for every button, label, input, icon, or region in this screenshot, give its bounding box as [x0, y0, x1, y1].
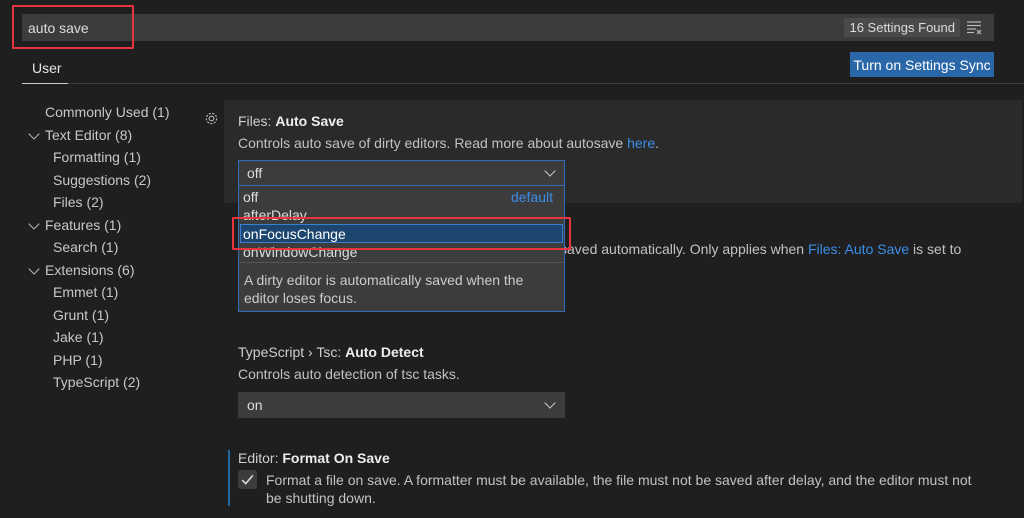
selected-value: off: [247, 165, 263, 181]
setting-description: Controls auto detection of tsc tasks.: [238, 366, 460, 382]
auto-save-select[interactable]: off: [238, 160, 565, 186]
setting-description: Format a file on save. A formatter must …: [266, 472, 972, 506]
chevron-down-icon[interactable]: [28, 127, 40, 140]
toc-item[interactable]: Formatting (1): [53, 149, 141, 165]
toc-item[interactable]: Grunt (1): [53, 307, 109, 323]
chevron-down-icon: [544, 397, 556, 409]
chevron-down-icon: [544, 165, 556, 177]
setting-description: Controls auto save of dirty editors. Rea…: [238, 135, 659, 151]
toc-item[interactable]: Suggestions (2): [53, 172, 151, 188]
auto-save-delay-description: saved automatically. Only applies when F…: [560, 241, 961, 257]
description-text: saved automatically. Only applies when: [560, 241, 808, 257]
setting-category: Editor:: [238, 450, 283, 466]
option-afterdelay[interactable]: afterDelay: [243, 207, 307, 223]
toc-item[interactable]: Extensions (6): [45, 262, 134, 278]
toc-item[interactable]: Commonly Used (1): [45, 104, 169, 120]
setting-title: Editor: Format On Save: [238, 450, 390, 466]
tab-user[interactable]: User: [32, 60, 62, 76]
search-input[interactable]: [28, 14, 728, 41]
setting-name: Auto Detect: [345, 344, 424, 360]
settings-search-box[interactable]: 16 Settings Found: [22, 14, 994, 41]
toc-item[interactable]: Emmet (1): [53, 284, 118, 300]
selected-value: on: [247, 397, 263, 413]
setting-title: TypeScript › Tsc: Auto Detect: [238, 344, 424, 360]
toc-item[interactable]: Search (1): [53, 239, 118, 255]
option-onfocuschange[interactable]: onFocusChange: [243, 226, 346, 242]
default-label: default: [510, 189, 553, 205]
setting-name: Auto Save: [275, 113, 344, 129]
toc-item[interactable]: Jake (1): [53, 329, 104, 345]
toc-item[interactable]: Features (1): [45, 217, 121, 233]
tsc-auto-detect-select[interactable]: on: [238, 392, 565, 418]
chevron-down-icon[interactable]: [28, 217, 40, 230]
description-end: is set to: [909, 241, 962, 257]
option-off[interactable]: off: [243, 189, 258, 205]
turn-on-settings-sync-button[interactable]: Turn on Settings Sync: [850, 52, 994, 77]
toc-item[interactable]: TypeScript (2): [53, 374, 140, 390]
auto-save-dropdown-list: off default afterDelay onFocusChange onW…: [238, 186, 565, 312]
tab-divider: [68, 83, 1024, 84]
setting-category: Files:: [238, 113, 276, 129]
setting-category: TypeScript › Tsc:: [238, 344, 346, 360]
check-icon: [241, 474, 254, 485]
description-text: Controls auto save of dirty editors. Rea…: [238, 135, 628, 151]
files-auto-save-link[interactable]: Files: Auto Save: [808, 241, 909, 257]
clear-filter-icon[interactable]: [966, 19, 982, 35]
modified-indicator: [228, 450, 230, 506]
format-on-save-checkbox[interactable]: [238, 470, 257, 489]
toc-item[interactable]: PHP (1): [53, 352, 103, 368]
toc-item[interactable]: Text Editor (8): [45, 127, 132, 143]
autosave-docs-link[interactable]: here: [627, 135, 655, 151]
setting-name: Format On Save: [282, 450, 390, 466]
tab-active-indicator: [22, 83, 68, 84]
results-count-badge: 16 Settings Found: [844, 18, 960, 37]
dropdown-divider: [239, 262, 564, 263]
toc-item[interactable]: Files (2): [53, 194, 104, 210]
gear-icon[interactable]: [204, 111, 219, 126]
setting-title: Files: Auto Save: [238, 113, 344, 129]
option-onwindowchange[interactable]: onWindowChange: [243, 244, 357, 260]
description-end: .: [655, 135, 660, 151]
chevron-down-icon[interactable]: [28, 262, 40, 275]
option-description: A dirty editor is automatically saved wh…: [244, 272, 524, 306]
